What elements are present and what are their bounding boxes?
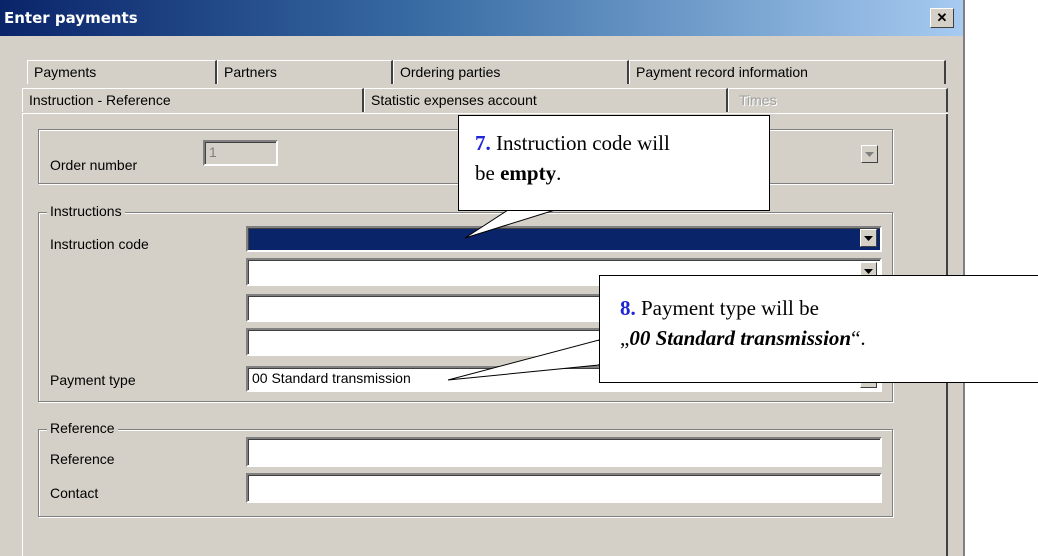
contact-field[interactable] xyxy=(246,473,882,503)
close-icon: ✕ xyxy=(936,10,948,25)
title-bar: Enter payments ✕ xyxy=(0,0,963,36)
window-title: Enter payments xyxy=(4,9,138,27)
chevron-down-icon xyxy=(864,235,873,241)
tab-label: Partners xyxy=(224,64,277,80)
reference-label: Reference xyxy=(50,451,115,467)
callout-payment-type: 8. Payment type will be „00 Standard tra… xyxy=(599,275,1038,383)
callout-text: “. xyxy=(851,326,866,350)
callout-text: Payment type will be xyxy=(635,296,819,320)
tab-label: Payments xyxy=(34,64,97,80)
callout-emphasis: 00 Standard transmission xyxy=(629,326,852,350)
tab-times: Times xyxy=(728,88,948,112)
payment-type-label: Payment type xyxy=(50,372,136,388)
callout-number: 7. xyxy=(475,131,491,155)
close-button[interactable]: ✕ xyxy=(930,8,954,28)
instruction-code-label: Instruction code xyxy=(50,236,149,252)
tab-partners[interactable]: Partners xyxy=(217,60,393,84)
payment-type-value: 00 Standard transmission xyxy=(252,370,411,386)
order-number-label: Order number xyxy=(50,157,138,173)
tab-label: Instruction - Reference xyxy=(29,92,171,108)
reference-field[interactable] xyxy=(246,437,882,467)
order-number-value: 1 xyxy=(209,144,217,160)
chevron-down-icon xyxy=(865,151,874,157)
tab-label: Payment record information xyxy=(636,64,808,80)
tab-payments[interactable]: Payments xyxy=(27,60,217,84)
callout-text: . xyxy=(556,161,562,185)
instruction-code-combobox[interactable] xyxy=(246,226,882,252)
callout-text: be xyxy=(475,161,501,185)
callout-number: 8. xyxy=(620,296,636,320)
callout-text: Instruction code will xyxy=(490,131,670,155)
tab-statistic-expenses-account[interactable]: Statistic expenses account xyxy=(364,88,728,112)
tab-ordering-parties[interactable]: Ordering parties xyxy=(393,60,629,84)
tab-label: Statistic expenses account xyxy=(371,92,537,108)
callout-emphasis: empty xyxy=(500,161,557,185)
tab-label: Times xyxy=(739,92,777,108)
chevron-down-icon xyxy=(864,268,873,274)
tab-instruction-reference[interactable]: Instruction - Reference xyxy=(22,88,364,112)
reference-legend: Reference xyxy=(47,420,118,436)
tab-label: Ordering parties xyxy=(400,64,501,80)
contact-label: Contact xyxy=(50,485,99,501)
callout-text: „ xyxy=(620,326,630,350)
instructions-legend: Instructions xyxy=(47,203,125,219)
instruction-code-dropdown-button[interactable] xyxy=(860,229,877,247)
tab-payment-record-information[interactable]: Payment record information xyxy=(629,60,946,84)
callout-instruction-code: 7. Instruction code will be empty. xyxy=(458,115,770,211)
order-number-field: 1 xyxy=(203,140,278,166)
order-dropdown-button xyxy=(861,145,878,163)
